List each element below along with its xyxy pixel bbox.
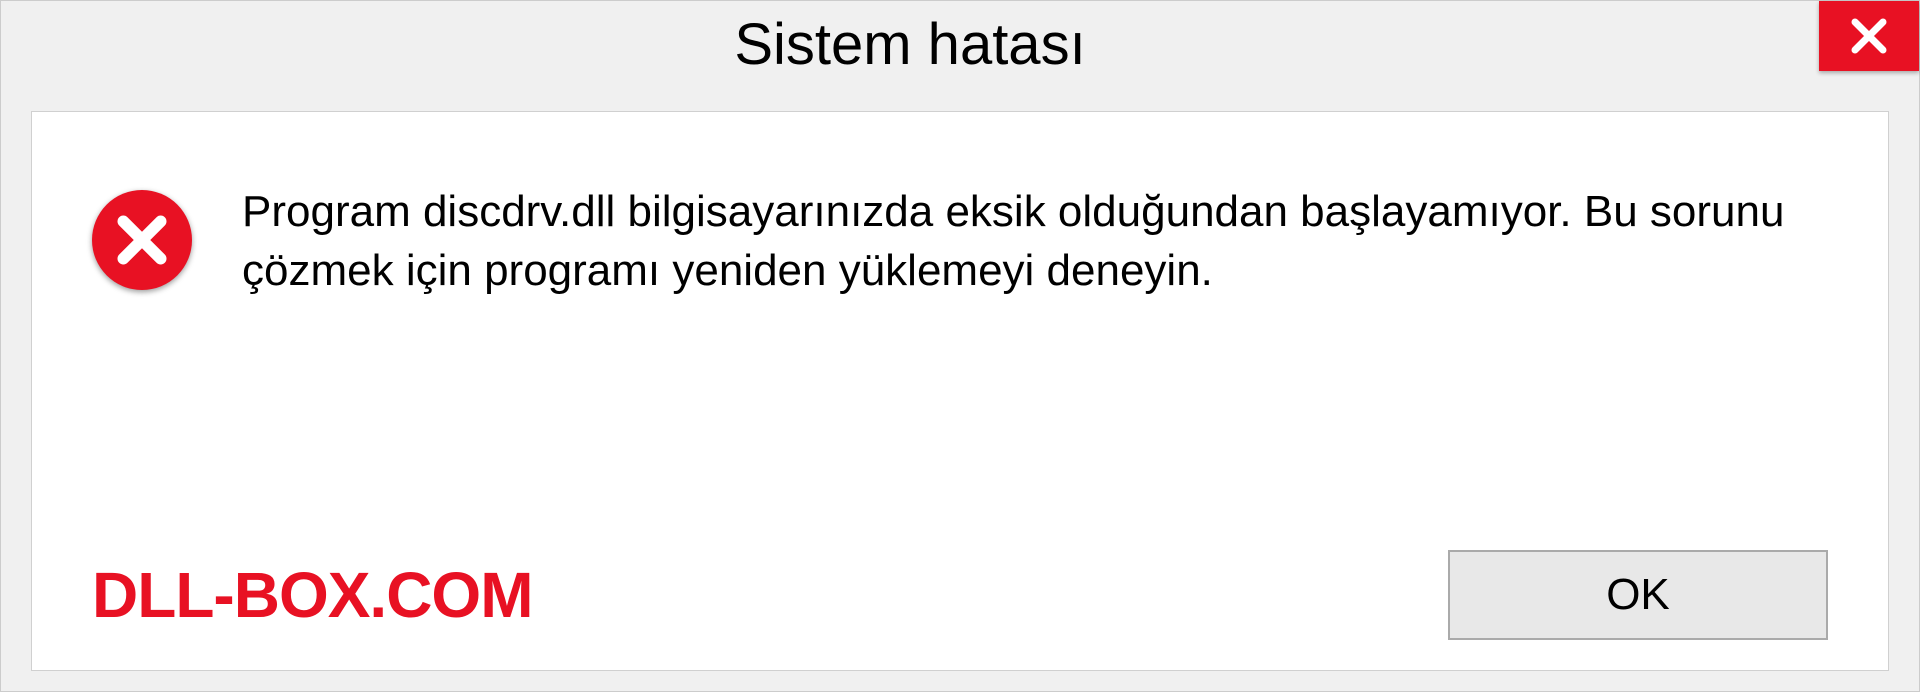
ok-button-label: OK [1606, 570, 1670, 620]
content-panel: Program discdrv.dll bilgisayarınızda eks… [31, 111, 1889, 671]
error-message: Program discdrv.dll bilgisayarınızda eks… [242, 182, 1828, 301]
dialog-title: Sistem hatası [1, 1, 1819, 78]
watermark-text: DLL-BOX.COM [92, 558, 533, 632]
ok-button[interactable]: OK [1448, 550, 1828, 640]
footer-row: DLL-BOX.COM OK [92, 510, 1828, 640]
title-bar: Sistem hatası [1, 1, 1919, 101]
error-icon [92, 190, 192, 290]
message-row: Program discdrv.dll bilgisayarınızda eks… [92, 182, 1828, 301]
close-icon [1848, 15, 1890, 57]
close-button[interactable] [1819, 1, 1919, 71]
error-dialog: Sistem hatası Program discdrv.dll bilgis… [0, 0, 1920, 692]
